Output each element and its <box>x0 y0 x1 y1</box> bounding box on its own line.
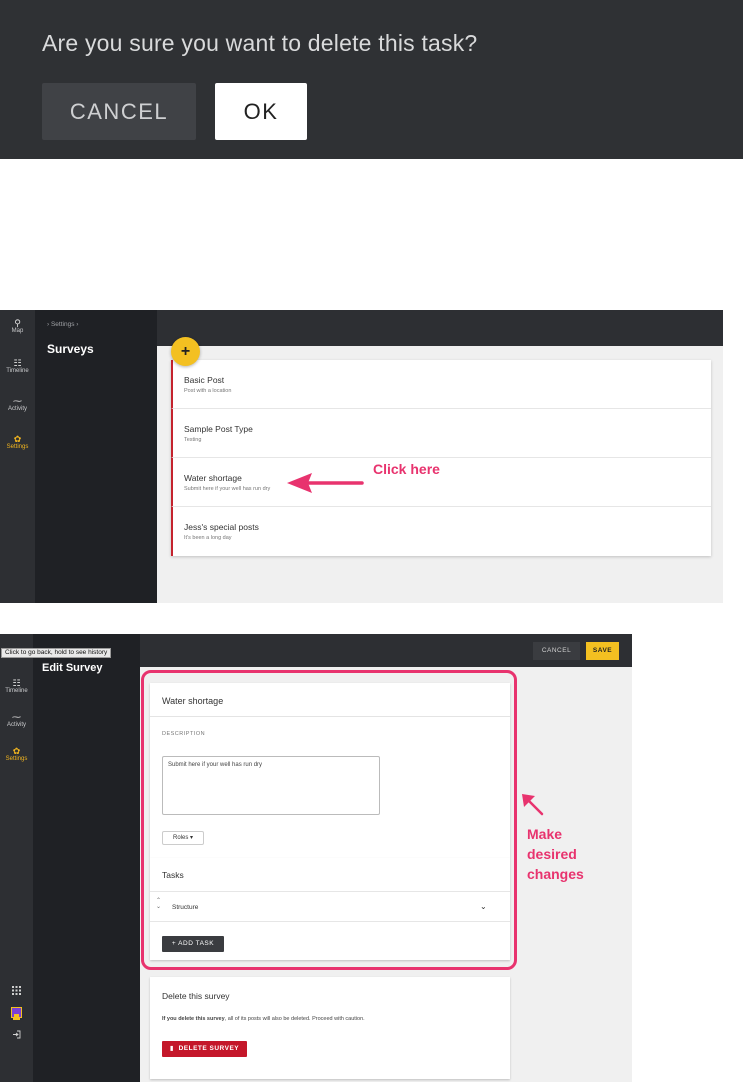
survey-item-title: Water shortage <box>184 473 242 483</box>
annotation-highlight-box <box>141 670 517 970</box>
nav-item-settings[interactable]: ✿ Settings <box>0 434 35 450</box>
nav-label: Settings <box>6 444 29 450</box>
nav-label: Map <box>11 328 24 334</box>
annotation-arrow-icon <box>522 794 544 816</box>
back-tooltip: Click to go back, hold to see history <box>1 648 112 658</box>
nav-label: Timeline <box>5 688 28 694</box>
surveys-screen: ⚲ Map ☷ Timeline ⁓ Activity ✿ Settings ›… <box>0 310 723 603</box>
nav-item-timeline[interactable]: ☷ Timeline <box>0 358 35 374</box>
delete-task-dialog: Are you sure you want to delete this tas… <box>0 0 743 159</box>
annotation-line: changes <box>527 866 584 882</box>
delete-heading: Delete this survey <box>162 991 230 1001</box>
page-title: Surveys <box>47 342 94 356</box>
cancel-button[interactable]: CANCEL <box>533 642 580 660</box>
dialog-question: Are you sure you want to delete this tas… <box>42 30 478 56</box>
logout-icon[interactable] <box>0 1030 33 1041</box>
delete-warning-text: , all of its posts will also be deleted.… <box>224 1016 365 1022</box>
page-title: Edit Survey <box>42 662 103 674</box>
survey-item-jess-special-posts[interactable]: Jess's special posts It's been a long da… <box>171 507 711 556</box>
avatar[interactable] <box>11 1007 22 1020</box>
nav-rail: ⚲ Map ☷ Timeline ⁓ Activity ✿ Settings <box>0 310 35 603</box>
gear-icon: ✿ <box>13 434 22 444</box>
delete-survey-button[interactable]: ▮ DELETE SURVEY <box>162 1041 247 1057</box>
settings-sidebar: › Settings › Surveys <box>35 310 157 603</box>
annotation-make-changes: Make desired changes <box>527 824 584 884</box>
delete-survey-label: DELETE SURVEY <box>178 1045 240 1052</box>
annotation-click-here: Click here <box>373 461 440 477</box>
nav-item-timeline[interactable]: ☷ Timeline <box>0 678 33 694</box>
survey-item-subtitle: Post with a location <box>184 388 232 394</box>
survey-item-subtitle: It's been a long day <box>184 535 232 541</box>
survey-item-sample-post-type[interactable]: Sample Post Type Testing <box>171 409 711 458</box>
survey-item-water-shortage[interactable]: Water shortage Submit here if your well … <box>171 458 711 507</box>
delete-survey-card: Delete this survey If you delete this su… <box>150 977 510 1079</box>
settings-sidebar: Edit Survey <box>33 634 140 1082</box>
activity-icon: ⁓ <box>12 712 21 722</box>
nav-rail: ☷ Timeline ⁓ Activity ✿ Settings <box>0 634 33 1082</box>
map-pin-icon: ⚲ <box>14 318 21 328</box>
survey-item-subtitle: Submit here if your well has run dry <box>184 486 271 492</box>
apps-grid-icon[interactable] <box>0 986 33 998</box>
add-survey-button[interactable]: + <box>171 337 200 366</box>
survey-item-basic-post[interactable]: Basic Post Post with a location <box>171 360 711 409</box>
timeline-icon: ☷ <box>13 358 22 368</box>
nav-label: Settings <box>5 756 28 762</box>
survey-item-title: Sample Post Type <box>184 424 253 434</box>
annotation-arrow-icon <box>287 473 364 493</box>
nav-label: Timeline <box>6 368 29 374</box>
annotation-line: Make <box>527 826 563 842</box>
save-button[interactable]: SAVE <box>586 642 619 660</box>
nav-item-settings[interactable]: ✿ Settings <box>0 746 33 762</box>
survey-item-title: Basic Post <box>184 375 225 385</box>
gear-icon: ✿ <box>12 746 21 756</box>
nav-item-activity[interactable]: ⁓ Activity <box>0 712 33 728</box>
dialog-cancel-button[interactable]: CANCEL <box>42 83 196 140</box>
nav-label: Activity <box>7 406 27 412</box>
nav-item-activity[interactable]: ⁓ Activity <box>0 396 35 412</box>
delete-warning-bold: If you delete this survey <box>162 1016 225 1022</box>
survey-item-title: Jess's special posts <box>184 522 259 532</box>
trash-icon: ▮ <box>169 1045 174 1052</box>
top-bar <box>157 310 723 346</box>
survey-item-subtitle: Testing <box>184 437 202 443</box>
annotation-line: desired <box>527 846 577 862</box>
dialog-ok-button[interactable]: OK <box>215 83 307 140</box>
survey-list: Basic Post Post with a location Sample P… <box>171 360 711 556</box>
timeline-icon: ☷ <box>12 678 21 688</box>
activity-icon: ⁓ <box>13 396 22 406</box>
delete-warning: If you delete this survey, all of its po… <box>162 1015 377 1023</box>
breadcrumb[interactable]: › Settings › <box>47 321 78 328</box>
edit-survey-screen: ☷ Timeline ⁓ Activity ✿ Settings Edit Su… <box>0 634 632 1082</box>
nav-label: Activity <box>6 722 26 728</box>
nav-item-map[interactable]: ⚲ Map <box>0 318 35 334</box>
